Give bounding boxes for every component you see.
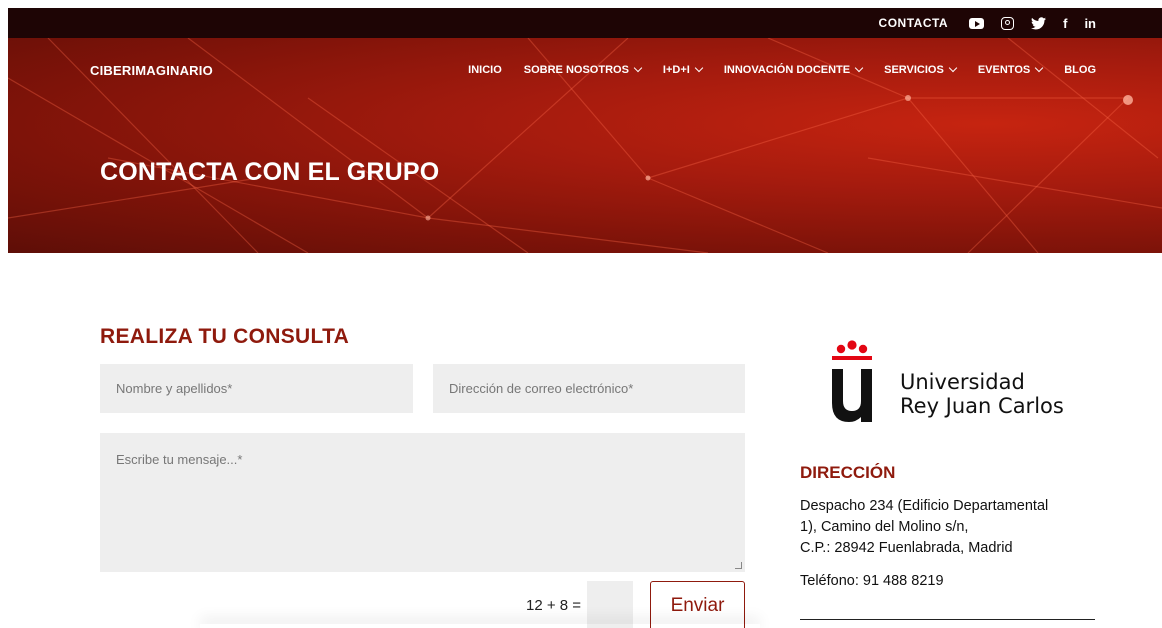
captcha-question: 12 + 8 = — [526, 597, 582, 614]
email-field[interactable]: Dirección de correo electrónico* — [433, 364, 745, 413]
contact-link[interactable]: CONTACTA — [879, 16, 949, 30]
top-bar: CONTACTA f in — [8, 8, 1162, 38]
main-nav: INICIO SOBRE NOSOTROS I+D+I INNOVACIÓN D… — [468, 63, 1096, 76]
nav-item-eventos[interactable]: EVENTOS — [977, 63, 1044, 76]
resize-handle-icon[interactable] — [735, 562, 742, 569]
hero-banner: CIBERIMAGINARIO INICIO SOBRE NOSOTROS I+… — [8, 38, 1162, 253]
nav-label: SOBRE NOSOTROS — [523, 64, 629, 76]
nav-label: EVENTOS — [977, 64, 1031, 76]
linkedin-icon[interactable]: in — [1084, 15, 1096, 31]
nav-label: BLOG — [1064, 64, 1096, 76]
chevron-down-icon — [633, 63, 643, 73]
nav-label: SERVICIOS — [884, 64, 944, 76]
chevron-down-icon — [854, 63, 864, 73]
chevron-down-icon — [948, 63, 958, 73]
site-logo[interactable]: CIBERIMAGINARIO — [90, 63, 213, 78]
university-line-2: Rey Juan Carlos — [900, 394, 1064, 418]
address-title: DIRECCIÓN — [800, 463, 896, 482]
twitter-icon[interactable] — [1031, 15, 1047, 31]
nav-item-sobre-nosotros[interactable]: SOBRE NOSOTROS — [523, 63, 643, 76]
address-block: Despacho 234 (Edificio Departamental 1),… — [800, 496, 1048, 559]
nav-label: INICIO — [468, 64, 502, 76]
name-field[interactable]: Nombre y apellidos* — [100, 364, 413, 413]
chevron-down-icon — [694, 63, 704, 73]
nav-item-blog[interactable]: BLOG — [1064, 64, 1096, 76]
address-line: C.P.: 28942 Fuenlabrada, Madrid — [800, 540, 1013, 556]
address-line: 1), Camino del Molino s/n, — [800, 519, 969, 535]
university-line-1: Universidad — [900, 370, 1025, 394]
message-textarea[interactable]: Escribe tu mensaje...* — [100, 433, 745, 572]
nav-item-innovacion-docente[interactable]: INNOVACIÓN DOCENTE — [723, 63, 864, 76]
footer-shadow — [200, 624, 760, 628]
address-line: Despacho 234 (Edificio Departamental — [800, 498, 1049, 514]
phone-number: Teléfono: 91 488 8219 — [800, 573, 944, 589]
nav-item-idi[interactable]: I+D+I — [662, 63, 704, 76]
chevron-down-icon — [1034, 63, 1044, 73]
page-title: CONTACTA CON EL GRUPO — [100, 158, 440, 186]
email-placeholder: Dirección de correo electrónico* — [449, 381, 634, 396]
nav-label: INNOVACIÓN DOCENTE — [723, 64, 851, 76]
divider — [800, 619, 1095, 620]
nav-item-inicio[interactable]: INICIO — [468, 64, 502, 76]
instagram-icon[interactable] — [1001, 15, 1015, 31]
form-title: REALIZA TU CONSULTA — [100, 325, 350, 348]
university-name: Universidad Rey Juan Carlos — [900, 370, 1064, 418]
message-placeholder: Escribe tu mensaje...* — [116, 452, 243, 467]
nav-item-servicios[interactable]: SERVICIOS — [884, 63, 958, 76]
captcha-input[interactable] — [587, 581, 633, 628]
name-placeholder: Nombre y apellidos* — [116, 381, 233, 396]
facebook-icon[interactable]: f — [1063, 15, 1067, 31]
submit-button[interactable]: Enviar — [650, 581, 745, 628]
youtube-icon[interactable] — [969, 15, 985, 31]
nav-label: I+D+I — [662, 64, 690, 76]
